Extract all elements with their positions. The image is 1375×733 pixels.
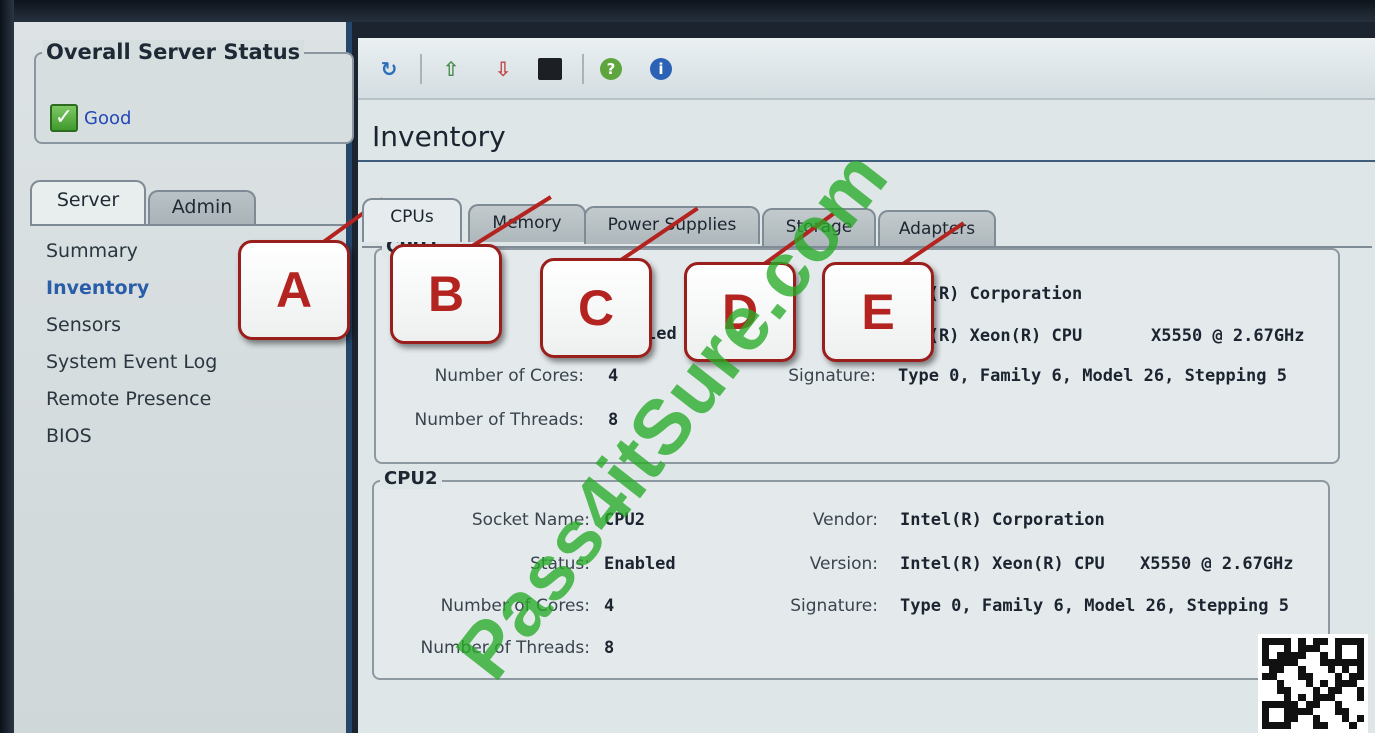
tab-server[interactable]: Server	[30, 180, 146, 224]
status-label: Status:	[530, 554, 590, 574]
vendor-label: Vendor:	[812, 510, 878, 530]
cores-label: Number of Cores:	[440, 596, 590, 616]
title-rule	[358, 160, 1375, 162]
overall-status-box: Overall Server Status ✓ Good	[34, 40, 354, 144]
signature-label: Signature:	[790, 596, 878, 616]
content-panel: ↻ ⇧ ⇩ ? i Inventory CPUs Memory Power Su…	[358, 38, 1375, 733]
version-label: Version:	[809, 554, 878, 574]
check-icon: ✓	[50, 104, 78, 132]
refresh-icon[interactable]: ↻	[376, 56, 402, 82]
cpu2-legend: CPU2	[380, 468, 442, 489]
overall-status-legend: Overall Server Status	[42, 40, 305, 64]
toolbar-separator	[420, 54, 422, 84]
tab-storage[interactable]: Storage	[762, 208, 876, 246]
nav-item-system-event-log[interactable]: System Event Log	[46, 348, 217, 385]
threads-label: Number of Threads:	[420, 638, 590, 658]
info-icon[interactable]: i	[650, 58, 672, 80]
download-icon[interactable]: ⇩	[490, 56, 516, 82]
monitor-bezel-left	[0, 0, 14, 733]
nav-item-sensors[interactable]: Sensors	[46, 311, 217, 348]
toolbar-separator	[582, 54, 584, 84]
monitor-bezel-top	[0, 0, 1375, 22]
vendor-value: Intel(R) Corporation	[900, 510, 1105, 530]
nav-list: Summary Inventory Sensors System Event L…	[46, 237, 217, 459]
callout-b: B	[390, 244, 502, 344]
cores-value: 4	[608, 366, 619, 386]
nav-item-remote-presence[interactable]: Remote Presence	[46, 385, 217, 422]
upload-icon[interactable]: ⇧	[438, 56, 464, 82]
nav-item-summary[interactable]: Summary	[46, 237, 217, 274]
cores-label: Number of Cores:	[434, 366, 584, 386]
left-panel: Overall Server Status ✓ Good Server Admi…	[14, 22, 354, 733]
callout-d: D	[684, 262, 796, 362]
tab-cpus[interactable]: CPUs	[362, 198, 462, 242]
socket-name-value: CPU2	[604, 510, 645, 530]
signature-label: Signature:	[788, 366, 876, 386]
tab-admin[interactable]: Admin	[148, 190, 256, 226]
socket-name-label: Socket Name:	[471, 510, 590, 530]
toolbar: ↻ ⇧ ⇩ ? i	[358, 38, 1375, 100]
cpu2-panel: CPU2 Socket Name: CPU2 Status: Enabled N…	[372, 468, 1330, 680]
threads-value: 8	[604, 638, 615, 658]
version-value: Intel(R) Xeon(R) CPU	[900, 554, 1105, 574]
callout-a: A	[238, 240, 350, 340]
threads-label: Number of Threads:	[414, 410, 584, 430]
version-model: X5550 @ 2.67GHz	[1151, 326, 1305, 346]
keyboard-icon[interactable]	[538, 58, 562, 80]
threads-value: 8	[608, 410, 619, 430]
help-icon[interactable]: ?	[600, 58, 622, 80]
cores-value: 4	[604, 596, 615, 616]
signature-value: Type 0, Family 6, Model 26, Stepping 5	[900, 596, 1289, 616]
version-model: X5550 @ 2.67GHz	[1140, 554, 1294, 574]
page-title: Inventory	[372, 120, 506, 153]
callout-e: E	[822, 262, 934, 362]
nav-item-bios[interactable]: BIOS	[46, 422, 217, 459]
nav-item-inventory[interactable]: Inventory	[46, 274, 217, 311]
callout-c: C	[540, 258, 652, 358]
overall-status-value: Good	[84, 108, 132, 129]
divider	[30, 224, 348, 226]
qr-code	[1258, 634, 1368, 733]
signature-value: Type 0, Family 6, Model 26, Stepping 5	[898, 366, 1287, 386]
status-value: Enabled	[604, 554, 676, 574]
